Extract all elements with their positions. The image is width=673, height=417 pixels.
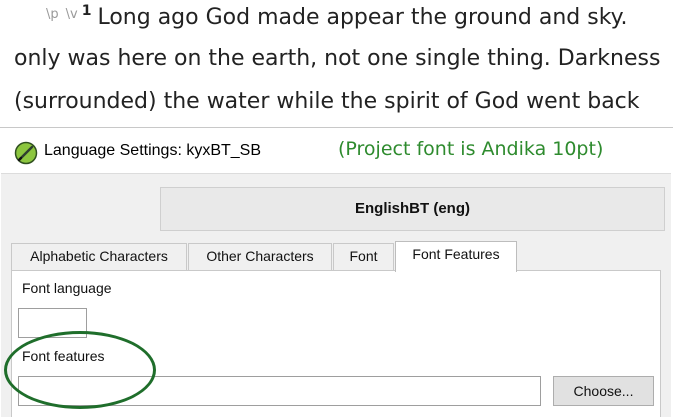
font-language-input[interactable] — [18, 308, 87, 338]
scripture-line-2: only was here on the earth, not one sing… — [14, 46, 661, 71]
project-font-note: (Project font is Andika 10pt) — [338, 138, 604, 160]
tab-alphabetic-characters[interactable]: Alphabetic Characters — [11, 243, 187, 270]
font-features-panel: Font language Font features Choose... — [11, 270, 661, 417]
verse-number: 1 — [81, 3, 92, 19]
font-language-label: Font language — [22, 280, 112, 296]
language-settings-dialog: Language Settings: kyxBT_SB (Project fon… — [0, 127, 673, 417]
settings-tabs: Alphabetic Characters Other Characters F… — [11, 241, 671, 272]
tab-font-features[interactable]: Font Features — [395, 241, 517, 272]
font-features-label: Font features — [22, 348, 105, 364]
writing-system-header: EnglishBT (eng) — [160, 187, 665, 231]
verse-marker: \v — [65, 7, 78, 22]
dialog-title: Language Settings: kyxBT_SB — [44, 142, 262, 159]
dialog-client-area: EnglishBT (eng) Alphabetic Characters Ot… — [1, 173, 671, 417]
scripture-line-1-text: Long ago God made appear the ground and … — [97, 5, 628, 30]
tab-font[interactable]: Font — [333, 243, 394, 270]
choose-button[interactable]: Choose... — [553, 376, 654, 406]
tab-other-characters[interactable]: Other Characters — [188, 243, 332, 270]
paragraph-marker: \p — [46, 7, 59, 22]
scripture-line-1: \p \v 1 Long ago God made appear the groun… — [46, 3, 628, 30]
font-features-input[interactable] — [18, 376, 541, 406]
scripture-line-3: (surrounded) the water while the spirit … — [14, 89, 640, 114]
scripture-text-pane: \p \v 1 Long ago God made appear the groun… — [0, 0, 673, 127]
pencil-leaf-icon — [14, 141, 38, 165]
dialog-titlebar: Language Settings: kyxBT_SB (Project fon… — [0, 128, 671, 173]
